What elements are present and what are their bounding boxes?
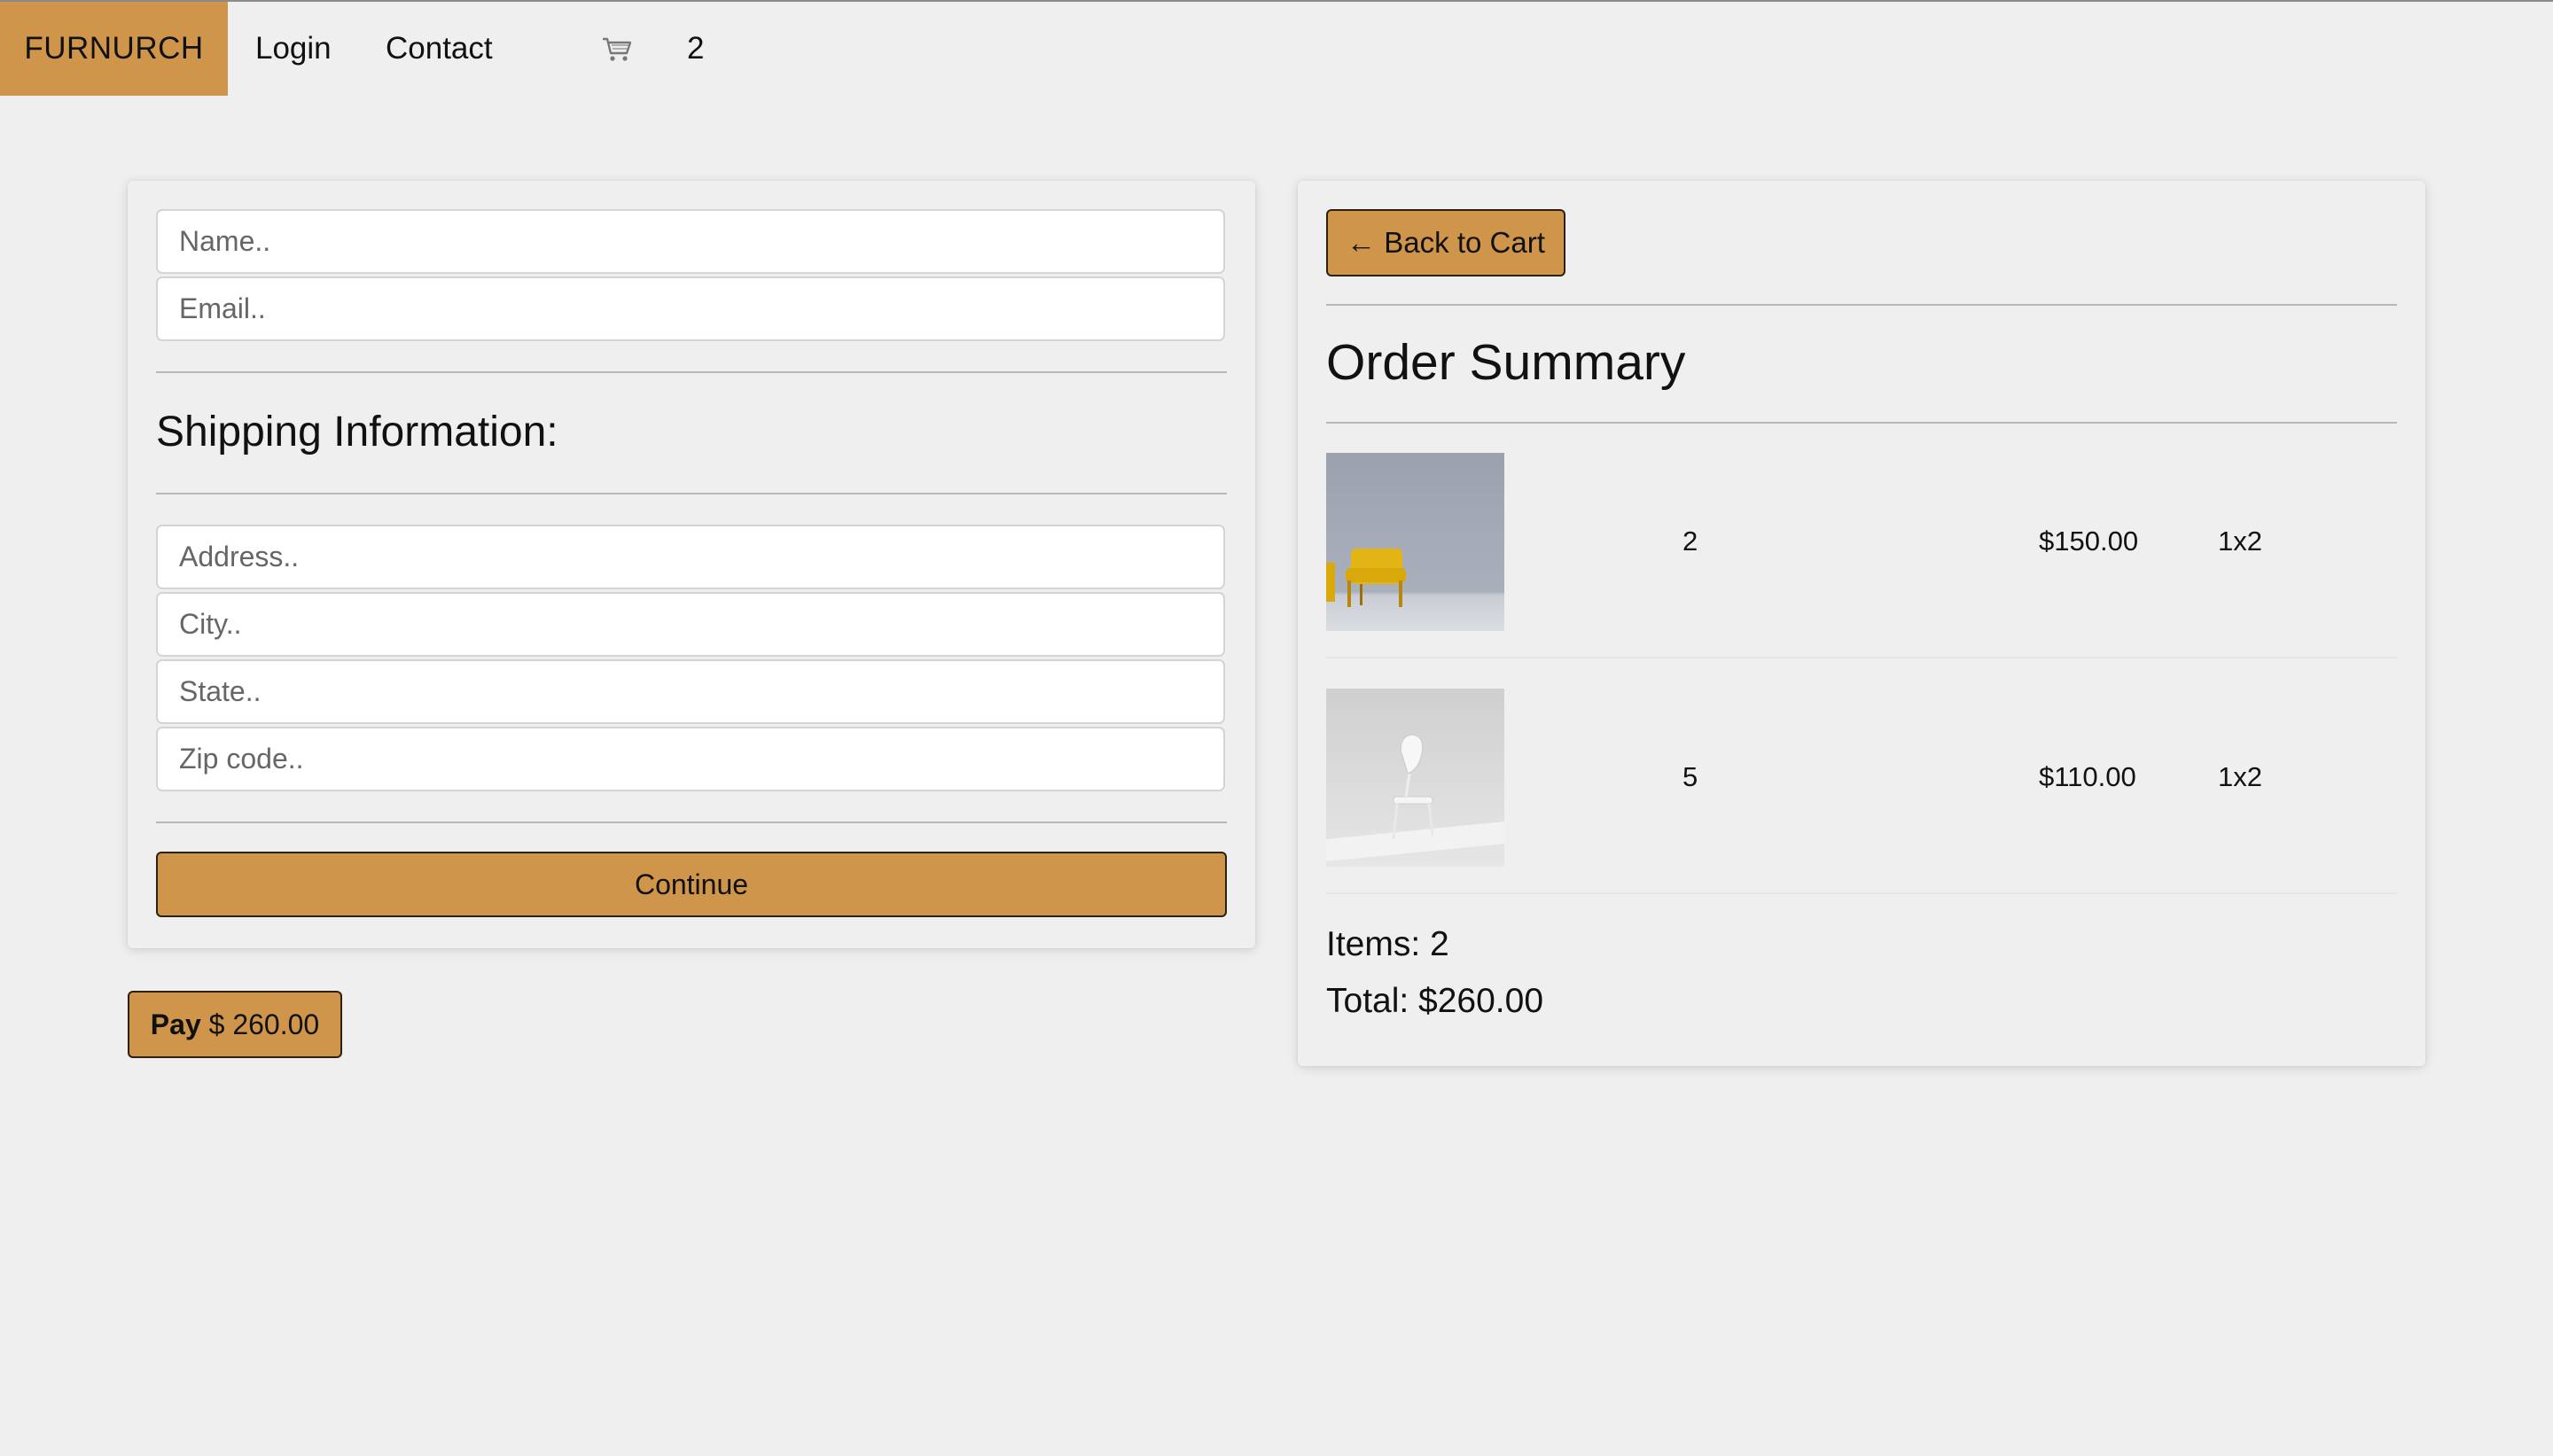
item-price: $110.00 [2039, 761, 2136, 792]
order-item-row: 2 $150.00 1x2 [1326, 453, 2397, 658]
brand-logo-link[interactable]: FURNURCH [0, 2, 228, 96]
state-field[interactable] [156, 659, 1225, 724]
row-divider [1326, 892, 2397, 894]
contact-link[interactable]: Contact [386, 2, 493, 96]
city-field[interactable] [156, 592, 1225, 657]
checkout-form-card: Shipping Information: Continue [128, 181, 1255, 948]
order-total: Total: $260.00 [1326, 982, 1544, 1020]
divider [156, 371, 1227, 373]
row-divider [1326, 657, 2397, 658]
cart-icon[interactable] [601, 35, 633, 64]
address-field[interactable] [156, 525, 1225, 589]
name-field[interactable] [156, 209, 1225, 274]
pay-button[interactable]: Pay $ 260.00 [128, 991, 342, 1058]
top-nav: FURNURCH Login Contact 2 [0, 2, 2553, 96]
back-to-cart-button[interactable]: ← Back to Cart [1326, 209, 1565, 276]
item-quantity: 5 [1682, 761, 1698, 792]
divider [1326, 422, 2397, 424]
item-dimensions: 1x2 [2218, 761, 2262, 792]
continue-button[interactable]: Continue [156, 852, 1227, 917]
email-field[interactable] [156, 276, 1225, 341]
cart-count: 2 [687, 31, 705, 66]
item-price: $150.00 [2039, 526, 2139, 557]
order-summary-card: ← Back to Cart Order Summary 2 $150.00 1… [1298, 181, 2425, 1066]
login-link[interactable]: Login [255, 2, 332, 96]
order-summary-title: Order Summary [1326, 334, 1686, 391]
divider [156, 493, 1227, 494]
shipping-title: Shipping Information: [156, 409, 558, 455]
item-dimensions: 1x2 [2218, 526, 2262, 557]
order-item-row: 5 $110.00 1x2 [1326, 689, 2397, 894]
zip-code-field[interactable] [156, 727, 1225, 791]
pay-label: Pay [150, 1008, 201, 1040]
pay-amount: $ 260.00 [208, 1008, 320, 1040]
items-count: Items: 2 [1326, 925, 1449, 963]
white-chair-image [1326, 689, 1504, 867]
divider [156, 821, 1227, 823]
item-quantity: 2 [1682, 526, 1698, 557]
divider [1326, 304, 2397, 306]
yellow-armchair-image [1326, 453, 1504, 631]
